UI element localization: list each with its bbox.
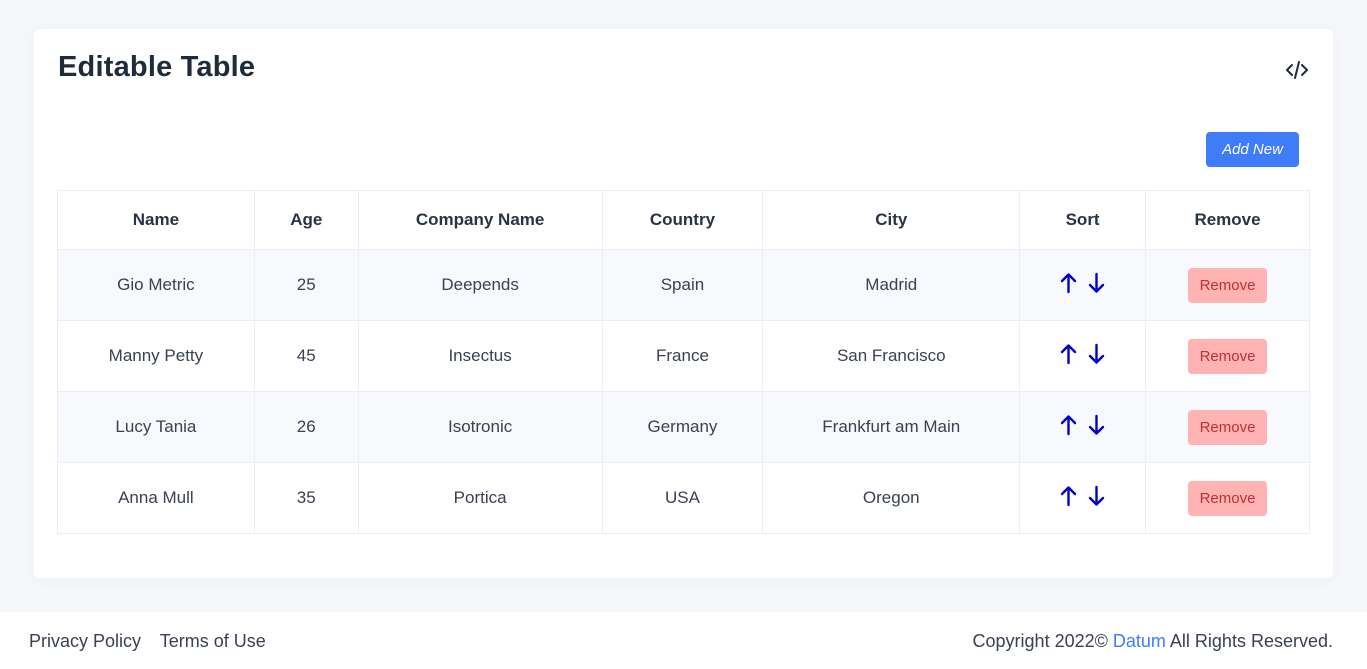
cell-age[interactable]: 26 (253, 391, 359, 463)
cell-city[interactable]: San Francisco (762, 320, 1021, 392)
arrow-down-icon[interactable] (1087, 414, 1106, 436)
table-row: Lucy Tania 26 Isotronic Germany Frankfur… (57, 391, 1310, 463)
footer: Privacy Policy Terms of Use Copyright 20… (0, 612, 1367, 669)
cell-sort (1019, 320, 1147, 392)
arrow-down-icon[interactable] (1087, 485, 1106, 507)
arrow-up-icon[interactable] (1059, 343, 1078, 365)
copyright-suffix: All Rights Reserved. (1169, 631, 1333, 651)
column-header-remove: Remove (1145, 190, 1310, 250)
arrow-down-icon[interactable] (1087, 343, 1106, 365)
code-icon[interactable] (1285, 59, 1309, 81)
remove-button[interactable]: Remove (1188, 338, 1268, 374)
cell-remove: Remove (1145, 249, 1310, 321)
cell-remove: Remove (1145, 320, 1310, 392)
cell-company[interactable]: Portica (357, 462, 603, 534)
cell-name[interactable]: Gio Metric (57, 249, 255, 321)
column-header-age: Age (253, 190, 359, 250)
brand-link[interactable]: Datum (1113, 631, 1166, 651)
card-title: Editable Table (58, 51, 256, 83)
column-header-city: City (762, 190, 1021, 250)
remove-button[interactable]: Remove (1188, 409, 1268, 445)
column-header-country: Country (601, 190, 764, 250)
terms-of-use-link[interactable]: Terms of Use (160, 631, 266, 651)
arrow-up-icon[interactable] (1059, 485, 1078, 507)
cell-remove: Remove (1145, 462, 1310, 534)
cell-age[interactable]: 25 (253, 249, 359, 321)
column-header-name: Name (57, 190, 255, 250)
cell-name[interactable]: Manny Petty (57, 320, 255, 392)
copyright-prefix: Copyright 2022© (972, 631, 1108, 651)
cell-age[interactable]: 45 (253, 320, 359, 392)
remove-button[interactable]: Remove (1188, 267, 1268, 303)
cell-remove: Remove (1145, 391, 1310, 463)
cell-country[interactable]: Germany (601, 391, 764, 463)
cell-company[interactable]: Isotronic (357, 391, 603, 463)
copyright: Copyright 2022© Datum All Rights Reserve… (973, 631, 1333, 652)
add-new-button[interactable]: Add New (1206, 132, 1299, 167)
arrow-up-icon[interactable] (1059, 414, 1078, 436)
editable-table-card: Editable Table Add New Name Age Company … (34, 29, 1333, 578)
column-header-company: Company Name (357, 190, 603, 250)
arrow-down-icon[interactable] (1087, 272, 1106, 294)
privacy-policy-link[interactable]: Privacy Policy (29, 631, 141, 651)
table-header-row: Name Age Company Name Country City Sort … (57, 190, 1310, 250)
cell-country[interactable]: Spain (601, 249, 764, 321)
table-row: Anna Mull 35 Portica USA Oregon Remove (57, 462, 1310, 534)
arrow-up-icon[interactable] (1059, 272, 1078, 294)
column-header-sort: Sort (1019, 190, 1147, 250)
remove-button[interactable]: Remove (1188, 480, 1268, 516)
cell-country[interactable]: USA (601, 462, 764, 534)
cell-sort (1019, 462, 1147, 534)
cell-company[interactable]: Deepends (357, 249, 603, 321)
cell-sort (1019, 391, 1147, 463)
editable-table: Name Age Company Name Country City Sort … (57, 190, 1310, 534)
cell-country[interactable]: France (601, 320, 764, 392)
cell-name[interactable]: Anna Mull (57, 462, 255, 534)
footer-links: Privacy Policy Terms of Use (29, 631, 280, 652)
cell-city[interactable]: Madrid (762, 249, 1021, 321)
cell-sort (1019, 249, 1147, 321)
table-row: Manny Petty 45 Insectus France San Franc… (57, 320, 1310, 392)
cell-age[interactable]: 35 (253, 462, 359, 534)
cell-name[interactable]: Lucy Tania (57, 391, 255, 463)
cell-company[interactable]: Insectus (357, 320, 603, 392)
cell-city[interactable]: Oregon (762, 462, 1021, 534)
cell-city[interactable]: Frankfurt am Main (762, 391, 1021, 463)
table-row: Gio Metric 25 Deepends Spain Madrid Remo… (57, 249, 1310, 321)
